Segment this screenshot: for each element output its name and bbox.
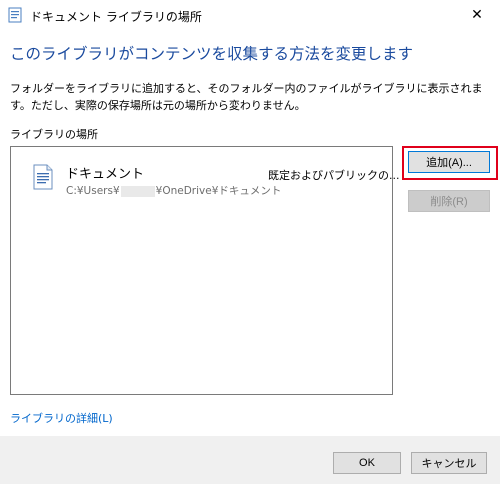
location-path-suffix: ¥OneDrive¥ドキュメント [155,185,282,197]
redacted-username [120,185,155,197]
title-bar: ドキュメント ライブラリの場所 ✕ [0,0,500,30]
library-details-link[interactable]: ライブラリの詳細(L) [10,410,113,426]
add-button[interactable]: 追加(A)... [408,151,490,173]
location-name: ドキュメント [66,167,145,182]
location-path-prefix: C:¥Users¥ [66,185,120,197]
cancel-button[interactable]: キャンセル [411,452,487,474]
location-path: C:¥Users¥ ¥OneDrive¥ドキュメント [66,183,281,198]
close-icon[interactable]: ✕ [454,0,500,30]
library-locations-label: ライブラリの場所 [10,128,98,141]
library-icon [8,7,22,23]
description-text: フォルダーをライブラリに追加すると、そのフォルダー内のファイルがライブラリに表示… [10,82,483,112]
library-locations-list[interactable]: ドキュメント C:¥Users¥ ¥OneDrive¥ドキュメント 既定およびパブ… [10,146,400,395]
document-icon [32,164,54,190]
remove-button[interactable]: 削除(R) [408,190,490,212]
location-status: 既定およびパブリックの... [268,169,400,182]
page-heading: このライブラリがコンテンツを収集する方法を変更します [10,45,414,63]
ok-button[interactable]: OK [333,452,401,474]
window-title: ドキュメント ライブラリの場所 [30,10,202,24]
